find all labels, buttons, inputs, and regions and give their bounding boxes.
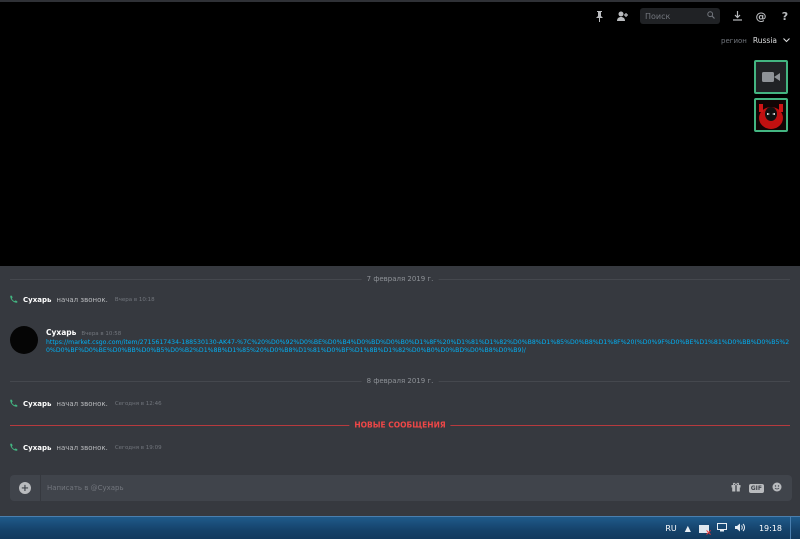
region-value[interactable]: Russia <box>753 36 777 45</box>
at-icon[interactable]: @ <box>754 9 768 23</box>
search-input[interactable] <box>645 11 701 21</box>
message-input[interactable] <box>47 484 731 492</box>
header-toolbar: @ ? <box>592 6 792 26</box>
system-action-text: начал звонок. <box>56 296 108 304</box>
video-tile-camera[interactable] <box>754 60 788 94</box>
region-selector[interactable]: регион Russia <box>721 36 790 45</box>
system-call-message: Сухарь начал звонок. Сегодня в 19:09 <box>10 443 162 453</box>
timestamp: Сегодня в 19:09 <box>114 445 162 451</box>
language-indicator[interactable]: RU <box>665 524 676 533</box>
call-area: @ ? регион Russia <box>0 0 800 266</box>
system-call-message: Сухарь начал звонок. Сегодня в 12:46 <box>10 399 162 409</box>
composer-icons: GIF <box>731 482 782 495</box>
message-link[interactable]: https://market.csgo.com/item/2715617434-… <box>46 339 790 355</box>
system-action-text: начал звонок. <box>56 444 108 452</box>
timestamp: Вчера в 10:18 <box>114 297 155 303</box>
avatar[interactable] <box>10 326 38 354</box>
message-author[interactable]: Сухарь <box>23 296 51 304</box>
date-divider-label: 7 февраля 2019 г. <box>361 275 439 283</box>
taskbar-clock[interactable]: 19:18 <box>759 524 782 533</box>
phone-icon <box>10 399 18 409</box>
new-messages-label: НОВЫЕ СООБЩЕНИЯ <box>349 420 451 430</box>
participant-avatar-tile[interactable] <box>754 98 788 132</box>
taskbar: RU ▲ 19:18 <box>0 516 800 539</box>
network-icon[interactable] <box>716 523 727 534</box>
system-action-text: начал звонок. <box>56 400 108 408</box>
participant-avatar <box>756 100 786 130</box>
date-divider: 7 февраля 2019 г. <box>10 275 790 283</box>
add-user-icon[interactable] <box>616 9 630 23</box>
chevron-down-icon[interactable] <box>783 36 790 45</box>
download-icon[interactable] <box>730 9 744 23</box>
system-call-message: Сухарь начал звонок. Вчера в 10:18 <box>10 295 155 305</box>
search-icon <box>707 11 715 21</box>
help-icon[interactable]: ? <box>778 9 792 23</box>
system-tray: RU ▲ 19:18 <box>665 517 782 539</box>
phone-icon <box>10 443 18 453</box>
search-box[interactable] <box>640 8 720 24</box>
chat-bottom-area <box>0 501 800 516</box>
volume-icon[interactable] <box>734 523 745 534</box>
emoji-icon[interactable] <box>772 482 782 495</box>
timestamp: Сегодня в 12:46 <box>114 401 162 407</box>
action-center-icon[interactable] <box>698 524 712 537</box>
date-divider: 8 февраля 2019 г. <box>10 377 790 385</box>
message-author[interactable]: Сухарь <box>23 400 51 408</box>
message-composer: + GIF <box>10 475 792 501</box>
video-camera-icon <box>762 68 780 87</box>
gif-button[interactable]: GIF <box>748 483 764 493</box>
date-divider-label: 8 февраля 2019 г. <box>361 377 439 385</box>
phone-icon <box>10 295 18 305</box>
new-messages-divider: НОВЫЕ СООБЩЕНИЯ <box>10 420 790 430</box>
message-author[interactable]: Сухарь <box>46 328 76 337</box>
add-attachment-button[interactable]: + <box>19 482 31 494</box>
region-label: регион <box>721 36 747 45</box>
pin-icon[interactable] <box>592 9 606 23</box>
timestamp: Вчера в 10:58 <box>81 331 122 337</box>
tray-expand-icon[interactable]: ▲ <box>685 524 691 533</box>
window-top-edge <box>0 0 800 2</box>
message-author[interactable]: Сухарь <box>23 444 51 452</box>
composer-separator <box>40 475 41 501</box>
show-desktop-button[interactable] <box>790 517 800 539</box>
gift-icon[interactable] <box>731 482 741 495</box>
message-header: Сухарь Вчера в 10:58 <box>46 328 121 337</box>
